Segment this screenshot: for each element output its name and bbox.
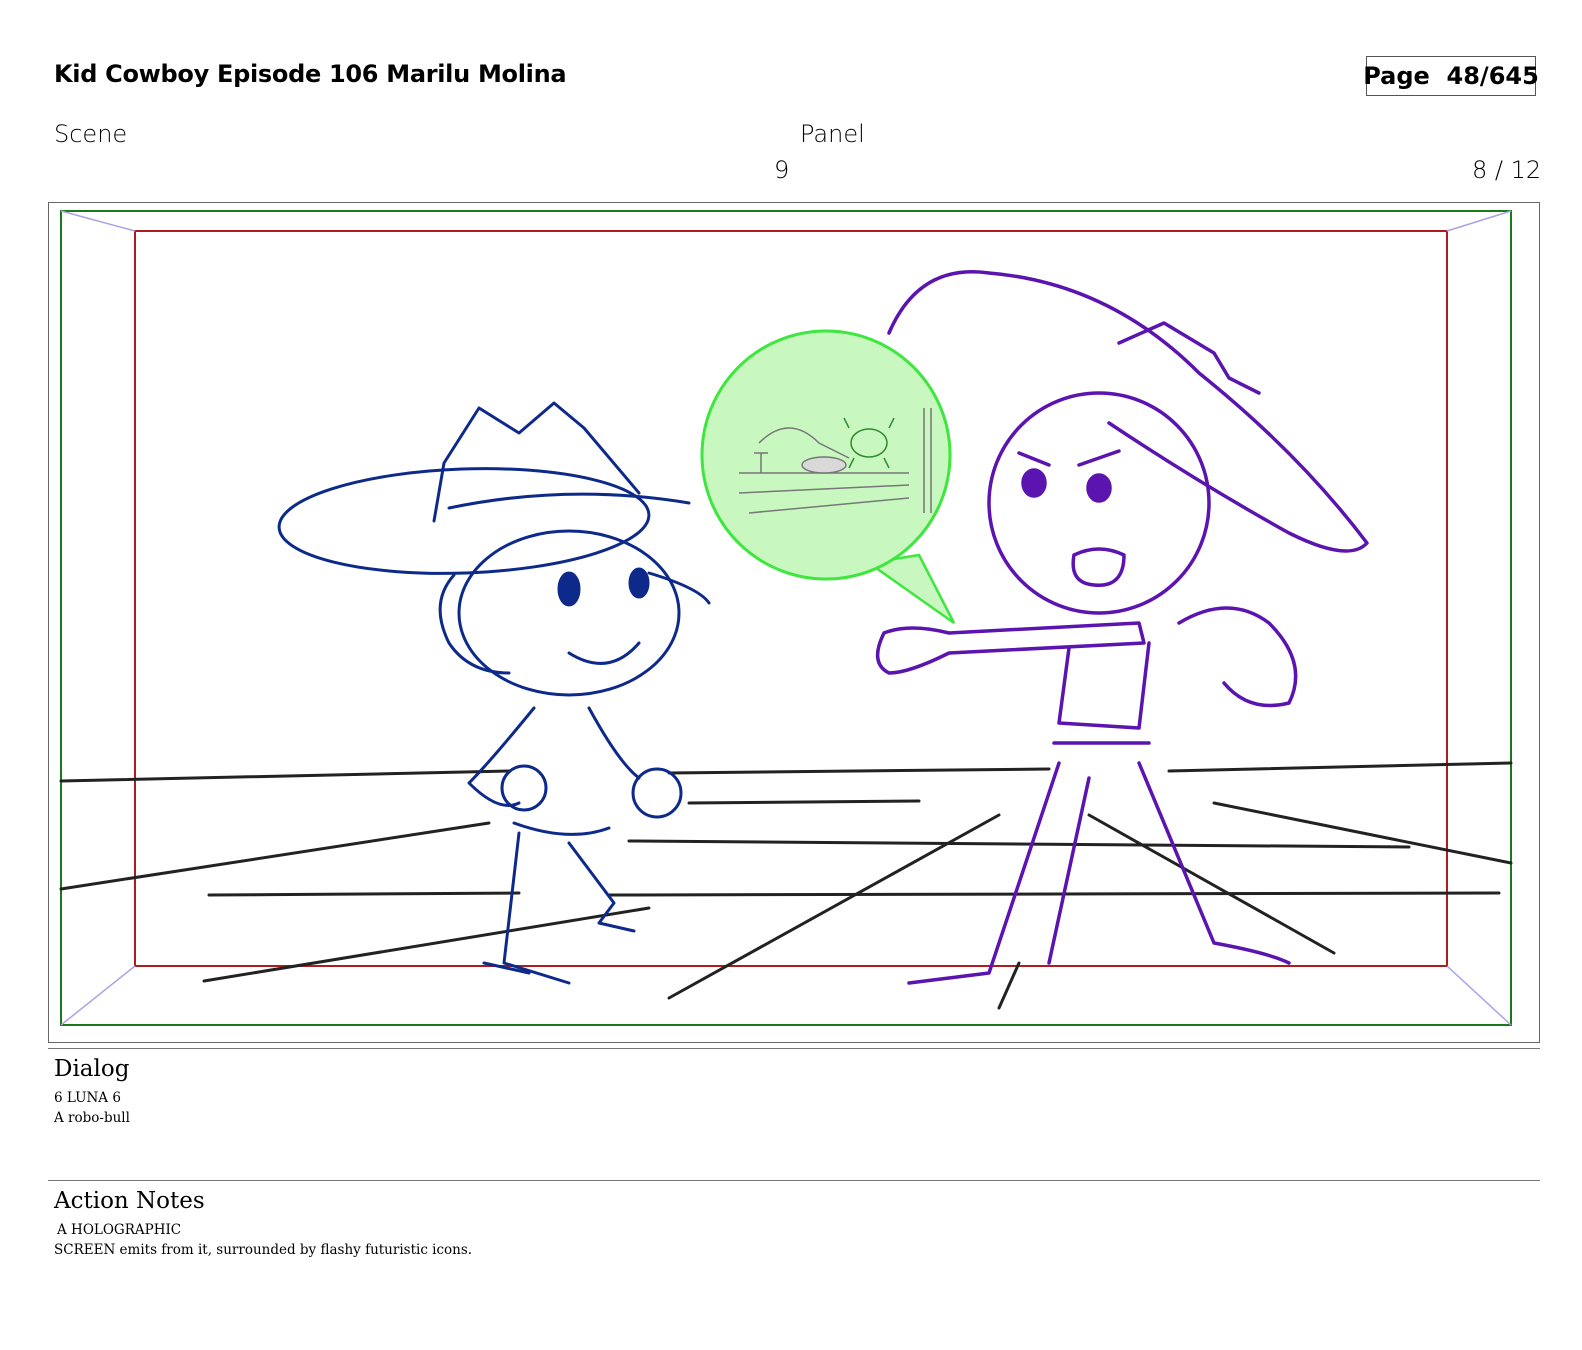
corner-guides [60,210,1512,1026]
title-safe-frame [60,210,1512,1026]
background-floor [59,761,1513,1010]
action-notes-line-1: A HOLOGRAPHIC [57,1222,182,1238]
panel-count: 8 / 12 [1472,156,1542,184]
panel-drawing [59,210,1513,1026]
action-notes-heading: Action Notes [54,1188,205,1214]
divider-action-notes [48,1180,1540,1181]
divider-dialog [48,1048,1540,1049]
dialog-line-text: A robo-bull [54,1110,130,1126]
panel-label: Panel [800,120,865,148]
hologram-bubble [700,329,956,625]
dialog-heading: Dialog [54,1056,130,1082]
page-number-box: Page 48/645 [1363,56,1539,96]
action-notes-line-2: SCREEN emits from it, surrounded by flas… [54,1242,473,1258]
document-title: Kid Cowboy Episode 106 Marilu Molina [54,60,567,88]
right-cowgirl [875,270,1369,985]
dialog-line-speaker: 6 LUNA 6 [54,1090,121,1106]
scene-label: Scene [54,120,128,148]
scene-number: 9 [774,156,790,184]
storyboard-panel [48,202,1540,1043]
